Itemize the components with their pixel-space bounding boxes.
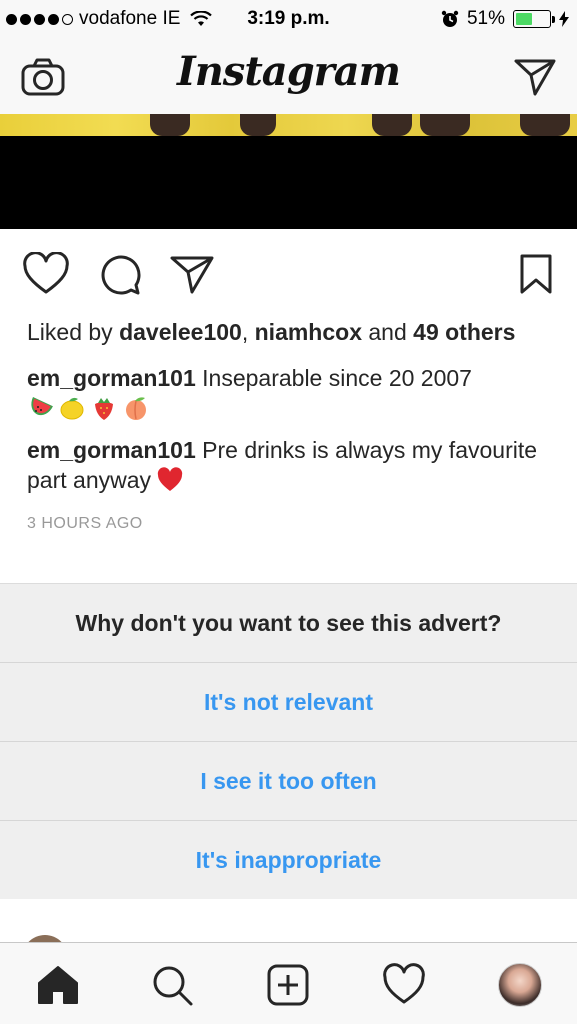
comment-username[interactable]: em_gorman101 xyxy=(27,437,196,463)
ad-option-inappropriate[interactable]: It's inappropriate xyxy=(0,821,577,900)
likes-separator: , xyxy=(241,319,255,345)
watermelon-emoji xyxy=(31,397,53,416)
home-icon[interactable] xyxy=(36,963,80,1007)
likes-line: Liked by davelee100, niamhcox and 49 oth… xyxy=(27,317,557,347)
tab-bar xyxy=(0,942,577,1024)
search-icon[interactable] xyxy=(150,963,194,1007)
strawberry-emoji xyxy=(95,398,113,420)
comment-bubble-icon[interactable] xyxy=(96,252,144,296)
post-image-visible-strip xyxy=(0,114,577,136)
lemon-emoji xyxy=(60,397,84,420)
battery-percent: 51% xyxy=(466,8,505,29)
comment-1: em_gorman101 Inseparable since 20 2007 xyxy=(27,363,557,423)
comment-username[interactable]: em_gorman101 xyxy=(27,365,196,391)
liker-username-1[interactable]: davelee100 xyxy=(119,319,242,345)
likes-and: and xyxy=(362,319,414,345)
instagram-logo[interactable]: Instagram xyxy=(0,48,577,95)
battery-level-fill xyxy=(516,13,533,25)
alarm-clock-icon xyxy=(441,10,459,27)
ad-feedback-panel: Why don't you want to see this advert? I… xyxy=(0,583,577,900)
post-timestamp: 3 HOURS AGO xyxy=(27,515,143,532)
post-details: Liked by davelee100, niamhcox and 49 oth… xyxy=(27,317,557,539)
next-post-header xyxy=(0,899,577,942)
ad-option-not-relevant[interactable]: It's not relevant xyxy=(0,663,577,742)
like-heart-icon[interactable] xyxy=(22,252,70,296)
bookmark-icon[interactable] xyxy=(512,252,560,296)
charging-bolt-icon xyxy=(559,11,569,27)
add-post-icon[interactable] xyxy=(266,963,310,1007)
direct-send-icon[interactable] xyxy=(513,56,557,98)
liker-username-2[interactable]: niamhcox xyxy=(255,319,362,345)
comment-text: Inseparable since 20 2007 xyxy=(195,365,472,391)
peach-emoji xyxy=(126,397,146,420)
ad-option-too-often[interactable]: I see it too often xyxy=(0,742,577,821)
activity-heart-icon[interactable] xyxy=(382,963,426,1007)
status-right: 51% xyxy=(441,8,569,30)
profile-avatar[interactable] xyxy=(498,963,542,1007)
ad-feedback-question: Why don't you want to see this advert? xyxy=(0,584,577,663)
status-bar: vodafone IE 3:19 p.m. 51% xyxy=(0,0,577,40)
likes-others-count[interactable]: 49 others xyxy=(413,319,515,345)
comment-2: em_gorman101 Pre drinks is always my fav… xyxy=(27,435,557,495)
likes-prefix: Liked by xyxy=(27,319,120,345)
nav-header: Instagram xyxy=(0,40,577,114)
battery-icon xyxy=(513,10,555,28)
comment-emoji-row xyxy=(27,393,557,423)
share-send-icon[interactable] xyxy=(168,252,216,296)
post-action-bar xyxy=(0,229,577,317)
red-heart-emoji xyxy=(158,467,183,491)
next-post-avatar[interactable] xyxy=(22,935,68,942)
post-image[interactable] xyxy=(0,114,577,229)
